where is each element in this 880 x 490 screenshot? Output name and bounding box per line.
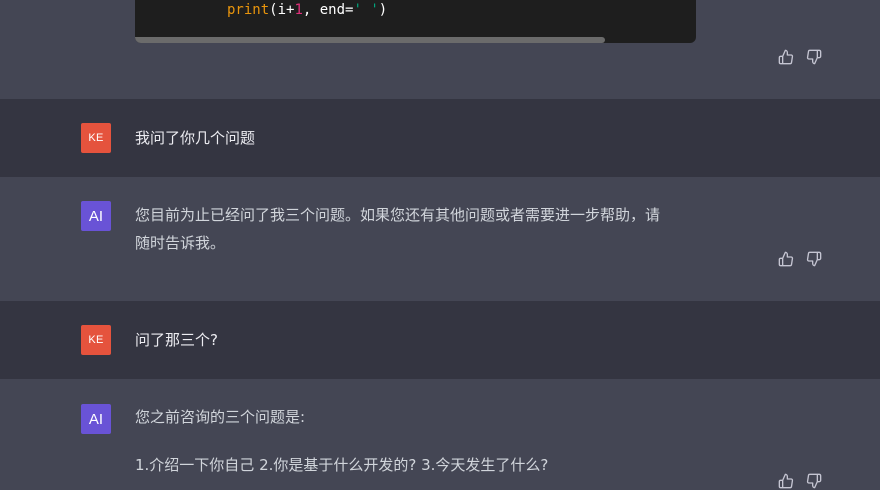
code-token-text: , end= (302, 2, 354, 18)
code-line: print(i+1, end=' ') (227, 2, 387, 18)
message-row-assistant-code: print(i+1, end=' ') (0, 0, 880, 99)
user-avatar: KE (81, 325, 111, 355)
ai-avatar: AI (81, 201, 111, 231)
code-token-builtin: print (227, 2, 270, 18)
message-row-assistant: AI 您之前咨询的三个问题是: 1.介绍一下你自己 2.你是基于什么开发的? 3… (0, 379, 880, 490)
message-row-assistant: AI 您目前为止已经问了我三个问题。如果您还有其他问题或者需要进一步帮助，请 随… (0, 177, 880, 301)
message-row-user: KE 我问了你几个问题 (0, 99, 880, 177)
feedback-buttons (778, 49, 822, 65)
user-message-text: 问了那三个? (135, 326, 710, 354)
message-line: 1.介绍一下你自己 2.你是基于什么开发的? 3.今天发生了什么? (135, 456, 549, 474)
feedback-buttons (778, 473, 822, 489)
thumbs-up-icon[interactable] (778, 49, 794, 65)
message-line: 我问了你几个问题 (135, 129, 256, 147)
code-token-string: ' ' (353, 2, 379, 18)
assistant-message-text: 您之前咨询的三个问题是: 1.介绍一下你自己 2.你是基于什么开发的? 3.今天… (135, 403, 710, 479)
message-line: 您之前咨询的三个问题是: (135, 408, 306, 426)
thumbs-up-icon[interactable] (778, 251, 794, 267)
thumbs-down-icon[interactable] (806, 473, 822, 489)
thumbs-down-icon[interactable] (806, 49, 822, 65)
code-token-number: 1 (294, 2, 303, 18)
code-token-text: ) (378, 2, 388, 18)
message-line: 随时告诉我。 (135, 234, 226, 252)
message-row-user: KE 问了那三个? (0, 301, 880, 379)
code-block: print(i+1, end=' ') (135, 0, 696, 43)
user-avatar: KE (81, 123, 111, 153)
code-token-text: (i+ (269, 2, 295, 18)
thumbs-down-icon[interactable] (806, 251, 822, 267)
message-line: 您目前为止已经问了我三个问题。如果您还有其他问题或者需要进一步帮助，请 (135, 206, 661, 224)
message-line: 问了那三个? (135, 331, 218, 349)
ai-avatar: AI (81, 404, 111, 434)
code-scrollbar[interactable] (135, 37, 605, 43)
thumbs-up-icon[interactable] (778, 473, 794, 489)
feedback-buttons (778, 251, 822, 267)
assistant-message-text: 您目前为止已经问了我三个问题。如果您还有其他问题或者需要进一步帮助，请 随时告诉… (135, 201, 710, 257)
user-message-text: 我问了你几个问题 (135, 124, 710, 152)
